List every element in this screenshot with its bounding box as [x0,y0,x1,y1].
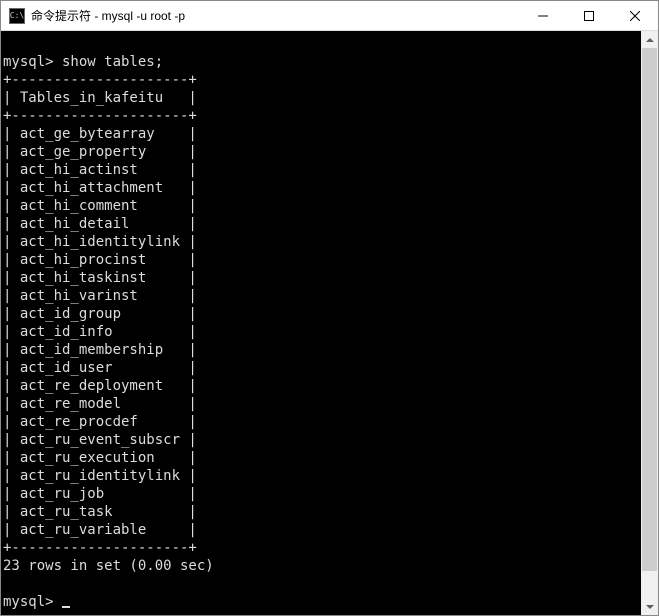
scrollbar-thumb[interactable] [642,48,657,571]
scroll-up-button[interactable] [641,31,658,48]
close-button[interactable] [612,1,658,31]
scrollbar-track[interactable] [641,48,658,598]
chevron-up-icon [646,38,654,42]
cmd-icon: C:\ [9,8,25,24]
terminal-container: mysql> show tables; +-------------------… [1,31,658,615]
vertical-scrollbar[interactable] [641,31,658,615]
maximize-button[interactable] [566,1,612,31]
close-icon [630,11,640,21]
window-titlebar: C:\ 命令提示符 - mysql -u root -p [1,1,658,31]
window-controls [520,1,658,31]
maximize-icon [584,11,594,21]
scroll-down-button[interactable] [641,598,658,615]
minimize-icon [538,11,548,21]
minimize-button[interactable] [520,1,566,31]
chevron-down-icon [646,605,654,609]
window-title: 命令提示符 - mysql -u root -p [31,7,520,24]
terminal-cursor [62,606,70,608]
terminal-output[interactable]: mysql> show tables; +-------------------… [1,31,641,615]
